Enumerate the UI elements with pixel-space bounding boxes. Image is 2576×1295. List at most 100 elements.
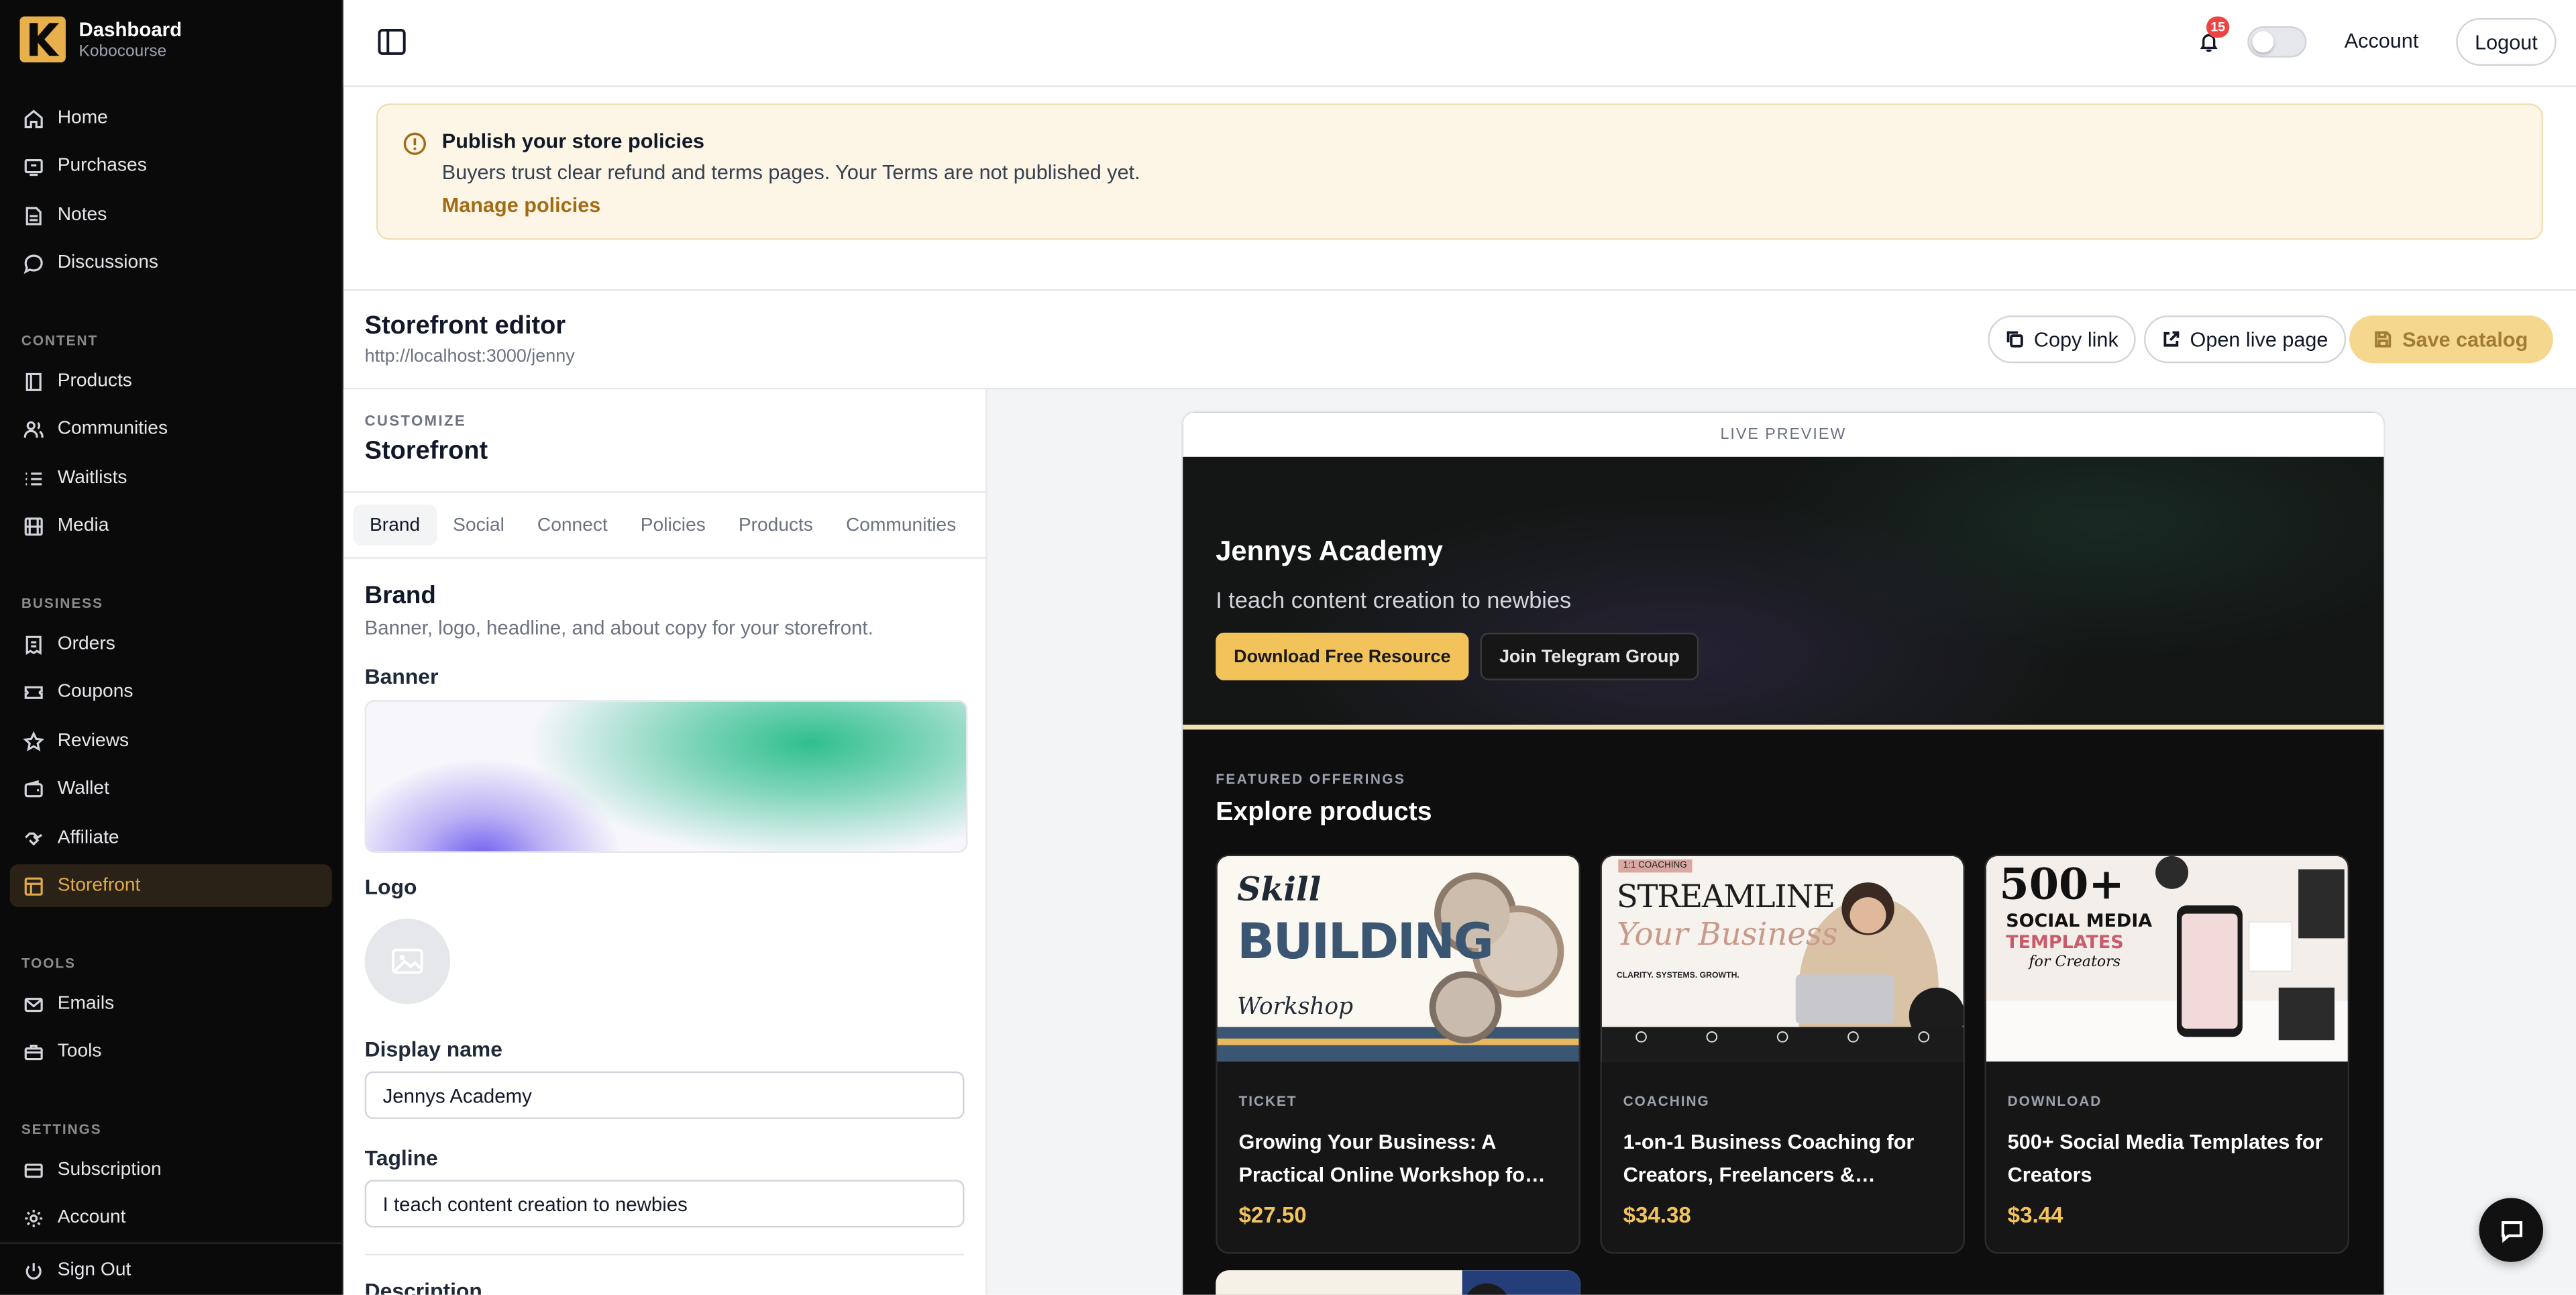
sidebar-item-label: Reviews	[57, 731, 129, 752]
kobocourse-logo-icon	[19, 16, 66, 63]
tab-products[interactable]: Products	[722, 505, 829, 546]
open-live-page-button[interactable]: Open live page	[2143, 315, 2347, 364]
cover-text: Skill	[1237, 869, 1322, 909]
receipt-icon	[24, 158, 43, 175]
sidebar-item-home[interactable]: Home	[10, 97, 332, 140]
sidebar-item-label: Wallet	[57, 778, 109, 799]
sidebar-item-emails[interactable]: Emails	[10, 983, 332, 1026]
copy-link-button[interactable]: Copy link	[1988, 315, 2137, 364]
cover-text: TEMPLATES	[2006, 931, 2124, 953]
store-name: Jennys Academy	[1216, 535, 1443, 567]
section-label-content: CONTENT	[21, 331, 99, 349]
tab-communities[interactable]: Communities	[829, 505, 972, 546]
page-title: Storefront editor	[364, 312, 566, 340]
join-telegram-button[interactable]: Join Telegram Group	[1480, 632, 1699, 680]
hero-divider	[1183, 725, 2384, 730]
tab-social[interactable]: Social	[437, 505, 521, 546]
product-card-partial[interactable]	[1216, 1270, 1580, 1295]
sidebar-item-label: Purchases	[57, 156, 147, 176]
customize-eyebrow: CUSTOMIZE	[364, 412, 467, 429]
logo-upload[interactable]	[364, 918, 451, 1004]
open-live-page-label: Open live page	[2190, 327, 2328, 351]
download-free-resource-button[interactable]: Download Free Resource	[1216, 632, 1469, 680]
sidebar-item-discussions[interactable]: Discussions	[10, 242, 332, 284]
sidebar-item-notes[interactable]: Notes	[10, 194, 332, 237]
sidebar-item-label: Notes	[57, 205, 107, 225]
tab-policies[interactable]: Policies	[624, 505, 722, 546]
external-link-icon	[2163, 331, 2180, 347]
orders-icon	[25, 635, 42, 654]
sidebar-item-communities[interactable]: Communities	[10, 407, 332, 450]
store-tagline: I teach content creation to newbies	[1216, 586, 1572, 613]
logout-button[interactable]: Logout	[2456, 17, 2557, 66]
customize-panel: CUSTOMIZE Storefront Brand Social Connec…	[343, 389, 987, 1295]
sidebar-item-orders[interactable]: Orders	[10, 623, 332, 666]
mail-icon	[24, 996, 43, 1011]
sidebar-item-storefront[interactable]: Storefront	[9, 864, 332, 907]
cover-text: Workshop	[1237, 994, 1354, 1021]
sidebar-item-label: Emails	[57, 994, 115, 1015]
featured-title: Explore products	[1216, 798, 1432, 827]
manage-policies-link[interactable]: Manage policies	[442, 194, 600, 217]
top-bar: 15 Account Logout	[343, 0, 2576, 87]
policy-notice: Publish your store policies Buyers trust…	[376, 103, 2544, 240]
store-icon	[24, 876, 43, 895]
sidebar-item-reviews[interactable]: Reviews	[10, 720, 332, 763]
brand-title: Dashboard	[78, 17, 182, 41]
sidebar-item-label: Tools	[57, 1041, 102, 1062]
banner-label: Banner	[364, 664, 439, 689]
sidebar-item-label: Storefront	[57, 876, 141, 896]
tab-connect[interactable]: Connect	[521, 505, 624, 546]
product-card[interactable]: 500+ SOCIAL MEDIA TEMPLATES for Creators…	[1984, 854, 2350, 1254]
sidebar: Dashboard Kobocourse Home Purchases Note…	[0, 0, 343, 1295]
home-icon	[24, 109, 43, 127]
display-name-input[interactable]: Jennys Academy	[364, 1071, 965, 1119]
panel-heading: Storefront	[364, 437, 488, 466]
save-catalog-button[interactable]: Save catalog	[2349, 315, 2553, 364]
sidebar-item-waitlists[interactable]: Waitlists	[10, 457, 332, 500]
sidebar-item-affiliate[interactable]: Affiliate	[10, 817, 332, 860]
chat-support-button[interactable]	[2479, 1198, 2544, 1262]
wallet-icon	[24, 779, 43, 797]
sidebar-item-wallet[interactable]: Wallet	[10, 768, 332, 811]
tab-brand[interactable]: Brand	[353, 504, 437, 546]
sidebar-toggle-icon[interactable]	[376, 26, 408, 58]
sidebar-item-coupons[interactable]: Coupons	[10, 670, 332, 713]
product-card[interactable]: Skill BUILDING Workshop TICKET Growing Y…	[1216, 854, 1580, 1254]
product-image: 500+ SOCIAL MEDIA TEMPLATES for Creators	[1986, 856, 2348, 1062]
product-image: 1:1 COACHING STREAMLINE Your Business CL…	[1601, 856, 1964, 1062]
star-icon	[23, 730, 45, 751]
sidebar-item-purchases[interactable]: Purchases	[10, 145, 332, 188]
sidebar-item-label: Account	[57, 1208, 126, 1228]
cover-text: for Creators	[2029, 954, 2121, 972]
film-icon	[24, 517, 43, 535]
tagline-input[interactable]: I teach content creation to newbies	[364, 1180, 965, 1228]
sidebar-item-label: Media	[57, 515, 109, 536]
cover-text: STREAMLINE	[1616, 879, 1835, 916]
section-title: Brand	[364, 581, 436, 610]
sign-out-button[interactable]: Sign Out	[10, 1249, 332, 1292]
sidebar-item-tools[interactable]: Tools	[10, 1031, 332, 1074]
sidebar-item-subscription[interactable]: Subscription	[10, 1149, 332, 1192]
theme-toggle[interactable]	[2247, 26, 2307, 58]
sidebar-item-label: Subscription	[57, 1159, 162, 1180]
product-card[interactable]: 1:1 COACHING STREAMLINE Your Business CL…	[1600, 854, 1966, 1254]
sidebar-item-label: Products	[57, 371, 132, 391]
storefront-hero: Jennys Academy I teach content creation …	[1183, 456, 2384, 725]
sidebar-item-media[interactable]: Media	[10, 505, 332, 548]
brand[interactable]: Dashboard Kobocourse	[19, 16, 182, 63]
sidebar-item-account[interactable]: Account	[10, 1196, 332, 1239]
power-icon	[25, 1262, 42, 1279]
sidebar-item-products[interactable]: Products	[10, 360, 332, 403]
product-type: DOWNLOAD	[2007, 1092, 2102, 1110]
alert-circle-icon	[403, 132, 427, 155]
account-link[interactable]: Account	[2345, 30, 2419, 52]
app-window: Dashboard Kobocourse Home Purchases Note…	[0, 0, 2576, 1295]
cover-text: BUILDING	[1237, 913, 1494, 972]
sidebar-item-label: Waitlists	[57, 468, 127, 488]
banner-upload[interactable]	[364, 700, 968, 853]
product-price: $3.44	[2007, 1202, 2063, 1228]
product-title: 1-on-1 Business Coaching for Creators, F…	[1623, 1130, 1915, 1187]
sidebar-item-label: Communities	[57, 419, 168, 439]
gear-icon	[25, 1208, 43, 1227]
